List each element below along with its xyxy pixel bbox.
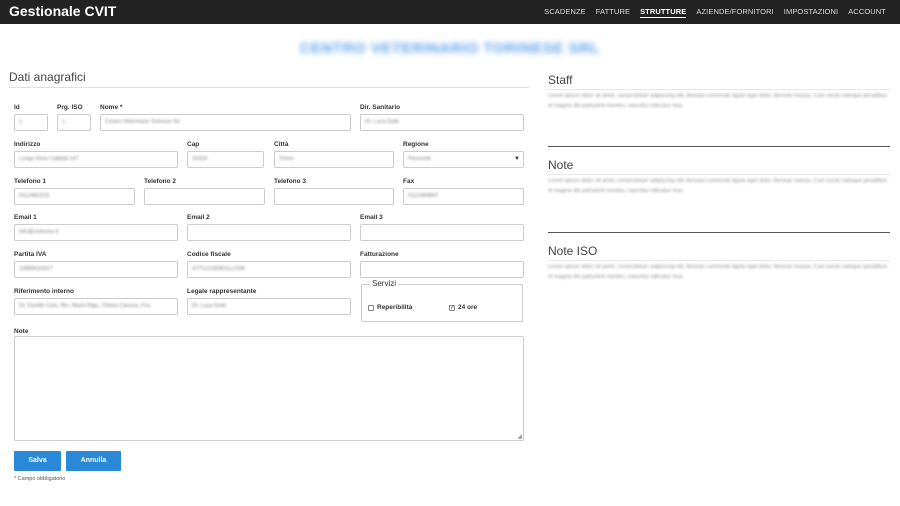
note-iso-title: Note ISO <box>548 244 890 261</box>
cap-label: Cap <box>187 141 200 148</box>
prg-iso-field-group: Prg. ISO 1 <box>57 104 91 131</box>
telefono1-field-group: Telefono 1 0112482319 <box>14 178 135 205</box>
cancel-button[interactable]: Annulla <box>66 451 121 471</box>
partita-iva-label: Partita IVA <box>14 251 47 258</box>
citta-field-group: Città Torino <box>274 141 394 168</box>
dir-sanitario-input[interactable]: Dr. Luca Gotti <box>360 114 524 131</box>
nav-item-fatture[interactable]: FATTURE <box>596 7 630 18</box>
email1-label: Email 1 <box>14 214 37 221</box>
staff-text: Lorem ipsum dolor sit amet, consectetuer… <box>548 93 888 109</box>
note-title: Note <box>548 158 890 175</box>
section-divider <box>548 146 890 147</box>
riferimento-input[interactable]: Dr. Davide Colo, Rin. Mario Rigo, Chiara… <box>14 298 178 315</box>
riferimento-field-group: Riferimento interno Dr. Davide Colo, Rin… <box>14 288 178 315</box>
nome-label: Nome * <box>100 104 123 111</box>
regione-field-group: Regione Piemonte ▼ <box>403 141 524 168</box>
section-title: Dati anagrafici <box>9 70 529 88</box>
fatturazione-field-group: Fatturazione <box>360 251 524 278</box>
email1-input[interactable]: info@ctvtorino.it <box>14 224 178 241</box>
codice-fiscale-field-group: Codice fiscale GTTLCU65B11L219K <box>187 251 351 278</box>
regione-select[interactable]: Piemonte ▼ <box>403 151 524 168</box>
checkbox-checked-icon[interactable]: ✓ <box>449 304 455 311</box>
staff-panel: Staff Lorem ipsum dolor sit amet, consec… <box>548 73 890 111</box>
chevron-down-icon: ▼ <box>514 156 520 162</box>
required-field-note: * Campo obbligatorio <box>14 476 66 482</box>
telefono2-label: Telefono 2 <box>144 178 177 185</box>
codice-fiscale-label: Codice fiscale <box>187 251 231 258</box>
fax-field-group: Fax 0112484847 <box>403 178 524 205</box>
company-name-heading: CENTRO VETERINARIO TORINESE SRL <box>299 40 601 57</box>
fax-label: Fax <box>403 178 415 185</box>
nome-field-group: Nome * Centro Veterinario Torinese Srl <box>100 104 351 131</box>
legale-label: Legale rappresentante <box>187 288 257 295</box>
email2-input[interactable] <box>187 224 351 241</box>
note-label: Note <box>14 328 29 335</box>
note-iso-panel: Note ISO Lorem ipsum dolor sit amet, con… <box>548 244 890 282</box>
email2-label: Email 2 <box>187 214 210 221</box>
main-nav: SCADENZE FATTURE STRUTTURE AZIENDE/FORNI… <box>544 7 886 18</box>
legale-input[interactable]: Dr. Luca Gotti <box>187 298 351 315</box>
h24-label: 24 ore <box>458 304 478 311</box>
email2-field-group: Email 2 <box>187 214 351 241</box>
email3-input[interactable] <box>360 224 524 241</box>
id-field-group: Id 1 <box>14 104 48 131</box>
resize-grip-icon[interactable]: ◢ <box>517 433 522 440</box>
telefono3-label: Telefono 3 <box>274 178 307 185</box>
id-label: Id <box>14 104 20 111</box>
telefono2-input[interactable] <box>144 188 265 205</box>
fax-input[interactable]: 0112484847 <box>403 188 524 205</box>
nav-item-scadenze[interactable]: SCADENZE <box>544 7 586 18</box>
telefono1-input[interactable]: 0112482319 <box>14 188 135 205</box>
nav-item-impostazioni[interactable]: IMPOSTAZIONI <box>784 7 838 18</box>
nome-input[interactable]: Centro Veterinario Torinese Srl <box>100 114 351 131</box>
email1-field-group: Email 1 info@ctvtorino.it <box>14 214 178 241</box>
note-textarea[interactable]: ◢ <box>14 336 524 441</box>
reperibilita-checkbox[interactable]: Reperibilità <box>368 304 412 311</box>
partita-iva-input[interactable]: 10889510017 <box>14 261 178 278</box>
anagrafica-section: Dati anagrafici <box>9 70 529 88</box>
save-button[interactable]: Salva <box>14 451 61 471</box>
telefono3-field-group: Telefono 3 <box>274 178 394 205</box>
email3-field-group: Email 3 <box>360 214 524 241</box>
note-panel: Note Lorem ipsum dolor sit amet, consect… <box>548 158 890 196</box>
citta-label: Città <box>274 141 289 148</box>
regione-label: Regione <box>403 141 429 148</box>
indirizzo-field-group: Indirizzo Lungo Dora Colletta 147 <box>14 141 178 168</box>
nav-item-strutture[interactable]: STRUTTURE <box>640 7 687 18</box>
telefono2-field-group: Telefono 2 <box>144 178 265 205</box>
note-iso-text: Lorem ipsum dolor sit amet, consectetuer… <box>548 264 888 280</box>
dir-sanitario-label: Dir. Sanitario <box>360 104 401 111</box>
email3-label: Email 3 <box>360 214 383 221</box>
note-text: Lorem ipsum dolor sit amet, consectetuer… <box>548 178 888 194</box>
telefono3-input[interactable] <box>274 188 394 205</box>
cap-input[interactable]: 10153 <box>187 151 264 168</box>
cap-field-group: Cap 10153 <box>187 141 264 168</box>
top-navbar: Gestionale CVIT SCADENZE FATTURE STRUTTU… <box>0 0 900 24</box>
servizi-fieldset: Servizi Reperibilità ✓ 24 ore <box>361 279 523 322</box>
fatturazione-input[interactable] <box>360 261 524 278</box>
staff-title: Staff <box>548 73 890 90</box>
nav-item-aziende-fornitori[interactable]: AZIENDE/FORNITORI <box>696 7 773 18</box>
checkbox-unchecked-icon[interactable] <box>368 304 374 311</box>
id-input[interactable]: 1 <box>14 114 48 131</box>
partita-iva-field-group: Partita IVA 10889510017 <box>14 251 178 278</box>
h24-checkbox[interactable]: ✓ 24 ore <box>449 304 477 311</box>
app-title[interactable]: Gestionale CVIT <box>9 3 116 19</box>
telefono1-label: Telefono 1 <box>14 178 47 185</box>
reperibilita-label: Reperibilità <box>377 304 413 311</box>
legale-field-group: Legale rappresentante Dr. Luca Gotti <box>187 288 351 315</box>
servizi-legend: Servizi <box>370 279 399 288</box>
nav-item-account[interactable]: ACCOUNT <box>848 7 886 18</box>
prg-iso-input[interactable]: 1 <box>57 114 91 131</box>
indirizzo-label: Indirizzo <box>14 141 41 148</box>
prg-iso-label: Prg. ISO <box>57 104 83 111</box>
section-divider <box>548 232 890 233</box>
dir-sanitario-field-group: Dir. Sanitario Dr. Luca Gotti <box>360 104 524 131</box>
indirizzo-input[interactable]: Lungo Dora Colletta 147 <box>14 151 178 168</box>
fatturazione-label: Fatturazione <box>360 251 399 258</box>
riferimento-label: Riferimento interno <box>14 288 74 295</box>
citta-input[interactable]: Torino <box>274 151 394 168</box>
codice-fiscale-input[interactable]: GTTLCU65B11L219K <box>187 261 351 278</box>
